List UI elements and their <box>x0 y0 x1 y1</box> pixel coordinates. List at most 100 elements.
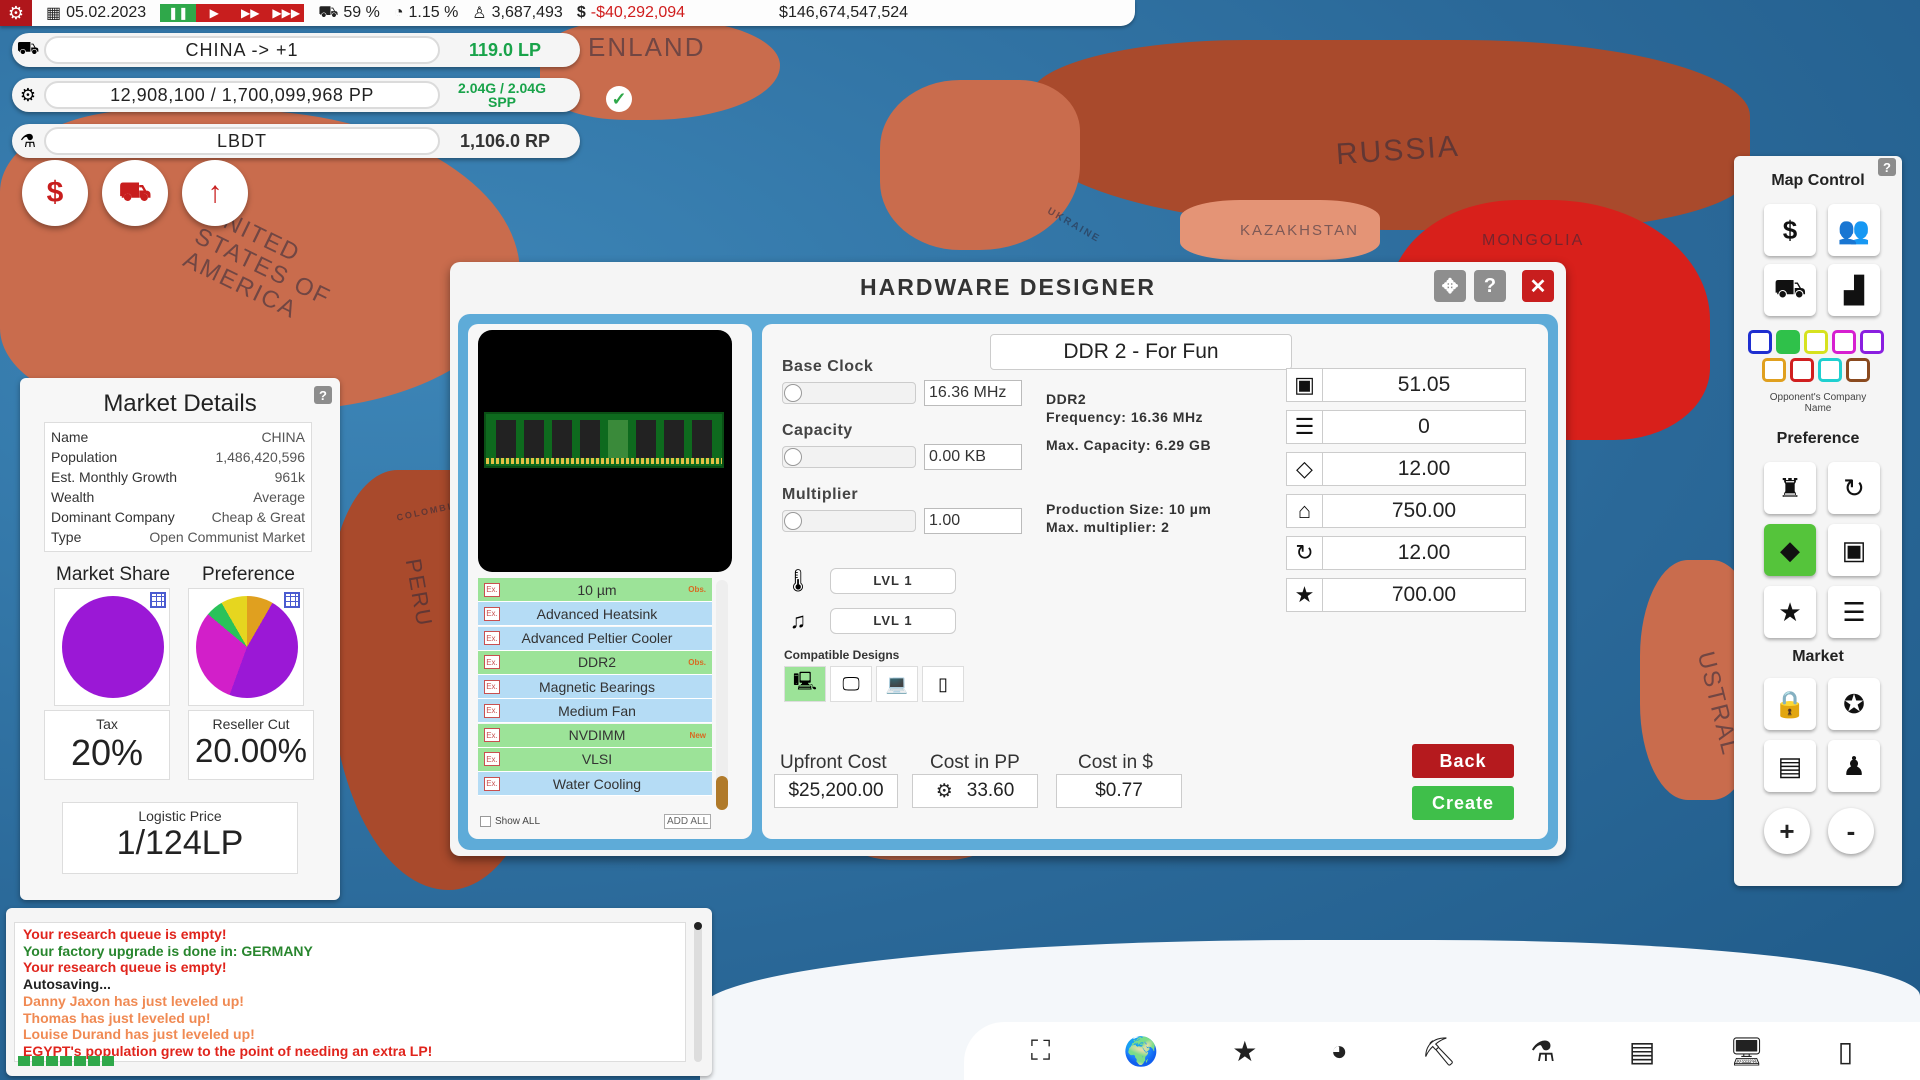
pref-production-button[interactable]: ♜ <box>1764 462 1816 514</box>
money-map-button[interactable]: $ <box>1764 204 1816 256</box>
show-all-checkbox[interactable]: Show ALL <box>480 816 540 827</box>
log-filter-icons[interactable] <box>18 1056 114 1066</box>
upgrade-button[interactable]: ↑ <box>182 160 248 226</box>
population-map-button[interactable]: 👥 <box>1828 204 1880 256</box>
desktop-all-icon[interactable]: 🖳 <box>784 666 826 702</box>
capacity-input[interactable]: 0.00 KB <box>924 444 1022 470</box>
list-item[interactable]: Ex. 10 µm Obs. <box>478 578 712 602</box>
hardware-button[interactable]: ⛟ <box>102 160 168 226</box>
exclude-icon[interactable]: Ex. <box>484 582 500 597</box>
list-item[interactable]: Ex. Advanced Heatsink <box>478 602 712 627</box>
list-item[interactable]: Ex. Medium Fan <box>478 699 712 724</box>
star-dock-icon[interactable]: ★ <box>1232 1035 1257 1068</box>
multiplier-slider[interactable] <box>782 510 916 532</box>
back-button[interactable]: Back <box>1412 744 1514 778</box>
zoom-out-button[interactable]: - <box>1828 808 1874 854</box>
list-item[interactable]: Ex. DDR2 Obs. <box>478 650 712 675</box>
world-dock-icon[interactable]: 🌍 <box>1124 1035 1159 1068</box>
exclude-icon[interactable]: Ex. <box>484 752 500 767</box>
help-icon[interactable]: ? <box>1474 270 1506 302</box>
event-log[interactable]: Your research queue is empty! Your facto… <box>14 922 686 1062</box>
exclude-icon[interactable]: Ex. <box>484 679 500 694</box>
capacity-slider[interactable] <box>782 446 916 468</box>
exclude-icon[interactable]: Ex. <box>484 728 500 742</box>
market-share-chart[interactable] <box>54 588 170 706</box>
market-lock-button[interactable]: 🔒 <box>1764 678 1816 730</box>
exclude-icon[interactable]: Ex. <box>484 631 500 645</box>
report-dock-icon[interactable]: ▤ <box>1629 1035 1655 1068</box>
logistics-map-button[interactable]: ⛟ <box>1764 264 1816 316</box>
company-swatch[interactable] <box>1846 358 1870 382</box>
component-scrollbar[interactable] <box>716 580 728 810</box>
list-item[interactable]: Ex. Water Cooling <box>478 772 712 796</box>
info-key: Population <box>51 449 118 465</box>
market-report-button[interactable]: ▤ <box>1764 740 1816 792</box>
production-pill[interactable]: ⚙ 12,908,100 / 1,700,099,968 PP 2.04G / … <box>12 78 580 112</box>
component-name: NVDIMM <box>568 727 626 743</box>
slider-knob[interactable] <box>784 448 802 466</box>
slider-knob[interactable] <box>784 512 802 530</box>
company-swatch[interactable] <box>1790 358 1814 382</box>
exclude-icon[interactable]: Ex. <box>484 606 500 621</box>
pref-storage-button[interactable]: ☰ <box>1828 586 1880 638</box>
laptop-icon[interactable]: 💻 <box>876 666 918 702</box>
component-list[interactable]: Ex. 10 µm Obs. Ex. Advanced Heatsink Ex. Adv… <box>478 578 712 802</box>
company-swatch[interactable] <box>1818 358 1842 382</box>
base-clock-input[interactable]: 16.36 MHz <box>924 380 1022 406</box>
company-swatch[interactable] <box>1804 330 1828 354</box>
pie-chart-dock-icon[interactable]: ◕ <box>1331 1035 1348 1067</box>
exclude-icon[interactable]: Ex. <box>484 655 500 670</box>
fastest-button[interactable]: ▶▶▶ <box>268 4 305 22</box>
desktop-dock-icon[interactable]: 🖥 <box>1729 1035 1765 1068</box>
move-icon[interactable]: ✥ <box>1434 270 1466 302</box>
close-icon[interactable]: ✕ <box>1522 270 1554 302</box>
slider-knob[interactable] <box>784 384 802 402</box>
microscope-dock-icon[interactable]: ⚗ <box>1530 1035 1555 1068</box>
base-clock-slider[interactable] <box>782 382 916 404</box>
grid-icon[interactable] <box>284 592 300 608</box>
pref-cycle-button[interactable]: ↻ <box>1828 462 1880 514</box>
desktop-icon[interactable]: 🖵 <box>830 666 872 702</box>
list-item[interactable]: Ex. Advanced Peltier Cooler <box>478 626 712 651</box>
log-scrollbar[interactable] <box>694 922 702 1062</box>
add-all-button[interactable]: ADD ALL <box>664 814 712 829</box>
play-button[interactable]: ▶ <box>196 4 233 22</box>
exclude-icon[interactable]: Ex. <box>484 776 500 791</box>
help-icon[interactable]: ? <box>314 386 332 404</box>
component-name: Water Cooling <box>552 775 642 792</box>
phone-dock-icon[interactable]: ▯ <box>1838 1035 1853 1068</box>
logistics-pill[interactable]: ⛟ CHINA -> +1 119.0 LP <box>12 33 580 67</box>
crane-dock-icon[interactable]: ⛏ <box>1421 1035 1457 1068</box>
pref-rating-button[interactable]: ★ <box>1764 586 1816 638</box>
company-swatch[interactable] <box>1748 330 1772 354</box>
ranking-map-button[interactable]: ▟ <box>1828 264 1880 316</box>
multiplier-input[interactable]: 1.00 <box>924 508 1022 534</box>
research-pill[interactable]: ⚗ LBDT 1,106.0 RP <box>12 124 580 158</box>
checkbox-icon[interactable] <box>480 816 491 827</box>
company-swatch[interactable] <box>1860 330 1884 354</box>
phone-icon[interactable]: ▯ <box>922 666 964 702</box>
pref-quality-button[interactable]: ◆ <box>1764 524 1816 576</box>
market-person-button[interactable]: ♟ <box>1828 740 1880 792</box>
scroll-thumb[interactable] <box>716 776 728 810</box>
fast-button[interactable]: ▶▶ <box>232 4 269 22</box>
hardware-dock-icon[interactable]: ⛶ <box>1031 1035 1051 1068</box>
exclude-icon[interactable]: Ex. <box>484 703 500 718</box>
grid-icon[interactable] <box>150 592 166 608</box>
settings-gear-icon[interactable]: ⚙ <box>0 0 32 26</box>
company-swatch[interactable] <box>1776 330 1800 354</box>
market-star-button[interactable]: ✪ <box>1828 678 1880 730</box>
list-item[interactable]: Ex. Magnetic Bearings <box>478 675 712 699</box>
preference-chart[interactable] <box>188 588 304 706</box>
pref-cpu-button[interactable]: ▣ <box>1828 524 1880 576</box>
finance-button[interactable]: $ <box>22 160 88 226</box>
upfront-cost-label: Upfront Cost <box>780 752 887 773</box>
company-swatch[interactable] <box>1762 358 1786 382</box>
list-item[interactable]: Ex. NVDIMM New <box>478 723 712 748</box>
list-item[interactable]: Ex. VLSI <box>478 747 712 772</box>
pause-button[interactable]: ❚❚ <box>160 4 197 22</box>
design-name-input[interactable]: DDR 2 - For Fun <box>990 334 1292 370</box>
create-button[interactable]: Create <box>1412 786 1514 820</box>
zoom-in-button[interactable]: + <box>1764 808 1810 854</box>
company-swatch[interactable] <box>1832 330 1856 354</box>
